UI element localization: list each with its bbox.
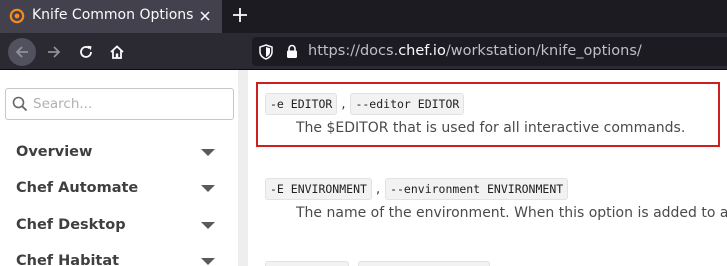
new-tab-icon[interactable] (230, 5, 250, 25)
caret-down-icon[interactable] (201, 149, 215, 157)
caret-down-icon[interactable] (201, 258, 215, 266)
sidebar-item-chef-habitat[interactable]: Chef Habitat (0, 247, 238, 266)
option-description: The name of the environment. When this o… (296, 205, 727, 221)
tab-strip: Knife Common Options (0, 0, 727, 33)
forward-button[interactable] (40, 38, 68, 66)
home-button[interactable] (103, 38, 131, 66)
sidebar-item-label: Overview (16, 144, 93, 160)
lock-icon[interactable] (286, 44, 298, 59)
chef-logo-icon (9, 8, 25, 24)
home-icon (110, 45, 124, 59)
reload-button[interactable] (72, 38, 100, 66)
web-page: Overview Chef Automate Chef Desktop Chef… (0, 70, 727, 266)
option-short-flag (265, 261, 349, 266)
forward-arrow-icon (48, 46, 61, 58)
option-short-flag: -E ENVIRONMENT (265, 178, 372, 200)
browser-tab[interactable]: Knife Common Options (0, 0, 222, 33)
url-host: chef.io (398, 43, 446, 59)
navigation-toolbar: https://docs.chef.io/workstation/knife_o… (0, 33, 727, 70)
search-input[interactable] (33, 94, 228, 114)
sidebar-item-label: Chef Automate (16, 180, 139, 196)
back-arrow-icon (15, 46, 28, 58)
caret-down-icon[interactable] (201, 222, 215, 230)
option-short-flag: -e EDITOR (265, 93, 338, 115)
option-long-flag: --environment ENVIRONMENT (385, 178, 569, 200)
url-prefix: https://docs. (308, 43, 399, 59)
sidebar-item-chef-desktop[interactable]: Chef Desktop (0, 211, 238, 241)
tracking-shield-icon[interactable] (259, 44, 273, 60)
sidebar-item-overview[interactable]: Overview (0, 138, 238, 168)
tab-title: Knife Common Options (32, 7, 194, 23)
option-long-flag: --editor EDITOR (350, 93, 465, 115)
close-tab-icon[interactable] (197, 8, 213, 24)
option-environment: -E ENVIRONMENT , --environment ENVIRONME… (265, 178, 569, 200)
back-button[interactable] (8, 38, 36, 66)
sidebar-item-label: Chef Habitat (16, 253, 120, 266)
docs-sidebar: Overview Chef Automate Chef Desktop Chef… (0, 70, 238, 266)
option-editor: -e EDITOR , --editor EDITOR (265, 93, 465, 115)
option-description: The $EDITOR that is used for all interac… (296, 120, 686, 136)
option-long-flag (358, 261, 490, 266)
option-separator: , (375, 181, 381, 197)
search-icon (12, 96, 28, 112)
sidebar-item-chef-automate[interactable]: Chef Automate (0, 174, 238, 204)
url-text[interactable]: https://docs.chef.io/workstation/knife_o… (308, 43, 642, 59)
caret-down-icon[interactable] (201, 185, 215, 193)
reload-icon (80, 45, 92, 58)
option-separator: , (341, 96, 346, 112)
main-content: -e EDITOR , --editor EDITOR The $EDITOR … (248, 70, 727, 266)
search-box[interactable] (5, 88, 234, 120)
sidebar-divider (238, 70, 248, 266)
address-bar[interactable]: https://docs.chef.io/workstation/knife_o… (252, 37, 727, 66)
sidebar-item-label: Chef Desktop (16, 217, 126, 233)
url-path: /workstation/knife_options/ (445, 43, 642, 59)
